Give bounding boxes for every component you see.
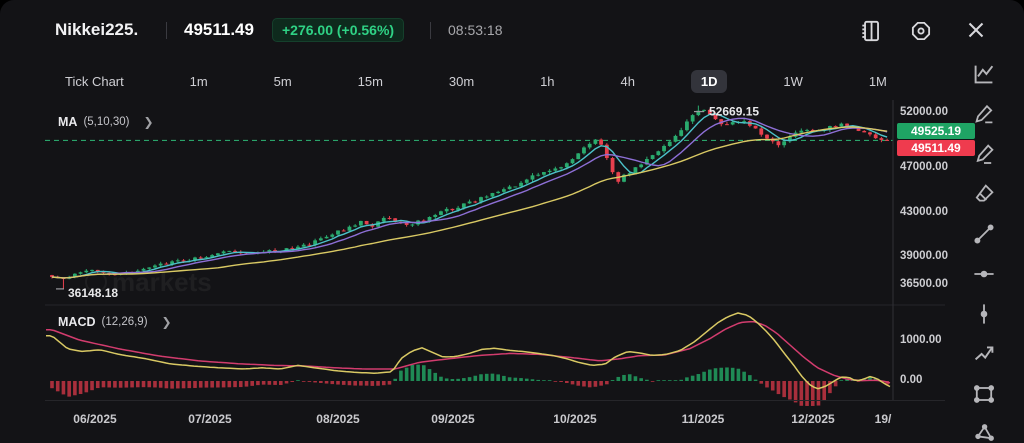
- polygon-icon[interactable]: [972, 422, 996, 443]
- ma-params: (5,10,30): [83, 116, 129, 128]
- price-change-badge: +276.00 (+0.56%): [272, 18, 404, 42]
- header: Nikkei225. 49511.49 +276.00 (+0.56%) 08:…: [0, 0, 1024, 58]
- tab-30m[interactable]: 30m: [439, 70, 484, 93]
- tab-1w[interactable]: 1W: [773, 70, 813, 93]
- macd-params: (12,26,9): [102, 316, 148, 328]
- tab-tick-chart[interactable]: Tick Chart: [55, 70, 134, 93]
- vertical-line-icon[interactable]: [972, 302, 996, 326]
- symbol-title: Nikkei225.: [55, 20, 138, 40]
- rectangle-icon[interactable]: [972, 382, 996, 406]
- divider: [430, 22, 431, 39]
- chevron-right-icon[interactable]: ❯: [143, 115, 153, 129]
- edit-pencil-icon[interactable]: [972, 142, 996, 166]
- svg-text:52669.15: 52669.15: [709, 105, 759, 119]
- trend-line-icon[interactable]: [972, 222, 996, 246]
- time-tick-label: 08/2025: [316, 412, 359, 426]
- price-tick-label: 47000.00: [900, 161, 948, 173]
- tab-1m[interactable]: 1M: [859, 70, 897, 93]
- macd-indicator-legend[interactable]: MACD (12,26,9) ❯: [58, 315, 172, 329]
- time-tick-label: 09/2025: [431, 412, 474, 426]
- horizontal-line-icon[interactable]: [972, 262, 996, 286]
- level-price-badge: 49525.19: [897, 123, 975, 139]
- price-tick-label: 43000.00: [900, 206, 948, 218]
- time-tick-label: 19/: [875, 412, 892, 426]
- svg-text:36148.18: 36148.18: [68, 286, 118, 300]
- tab-1h[interactable]: 1h: [530, 70, 564, 93]
- price-tick-label: 52000.00: [900, 106, 948, 118]
- time-tick-label: 10/2025: [553, 412, 596, 426]
- tab-15m[interactable]: 15m: [348, 70, 393, 93]
- trading-app-window: markets 52669.15 36148.18 Nikkei225. 49511…: [0, 0, 1024, 443]
- settings-gear-icon[interactable]: [908, 18, 934, 44]
- macd-tick-label: 0.00: [900, 374, 922, 386]
- chevron-right-icon[interactable]: ❯: [162, 315, 172, 329]
- eraser-icon[interactable]: [972, 182, 996, 206]
- draw-pencil-icon[interactable]: [972, 102, 996, 126]
- tab-5m[interactable]: 5m: [264, 70, 302, 93]
- tab-bar: Tick Chart 1m 5m 15m 30m 1h 4h 1D 1W 1M: [55, 66, 897, 96]
- close-icon[interactable]: [963, 17, 989, 43]
- price-tick-label: 36500.00: [900, 278, 948, 290]
- drawing-toolbar: [944, 60, 1024, 443]
- wave-arrow-icon[interactable]: [972, 342, 996, 366]
- svg-text:markets: markets: [112, 267, 212, 297]
- tab-1m[interactable]: 1m: [180, 70, 218, 93]
- tab-4h[interactable]: 4h: [610, 70, 644, 93]
- ma-label: MA: [58, 115, 77, 129]
- chart-style-icon[interactable]: [972, 62, 996, 86]
- orderbook-icon[interactable]: [858, 18, 884, 44]
- last-price-badge: 49511.49: [897, 140, 975, 156]
- macd-tick-label: 1000.00: [900, 334, 942, 346]
- macd-label: MACD: [58, 315, 96, 329]
- clock: 08:53:18: [448, 22, 503, 38]
- ma-indicator-legend[interactable]: MA (5,10,30) ❯: [58, 115, 154, 129]
- tab-1d[interactable]: 1D: [691, 70, 728, 93]
- time-tick-label: 07/2025: [188, 412, 231, 426]
- divider: [166, 22, 167, 39]
- last-price: 49511.49: [184, 20, 254, 40]
- time-tick-label: 11/2025: [682, 412, 725, 426]
- price-tick-label: 39000.00: [900, 250, 948, 262]
- time-tick-label: 12/2025: [791, 412, 834, 426]
- time-tick-label: 06/2025: [73, 412, 116, 426]
